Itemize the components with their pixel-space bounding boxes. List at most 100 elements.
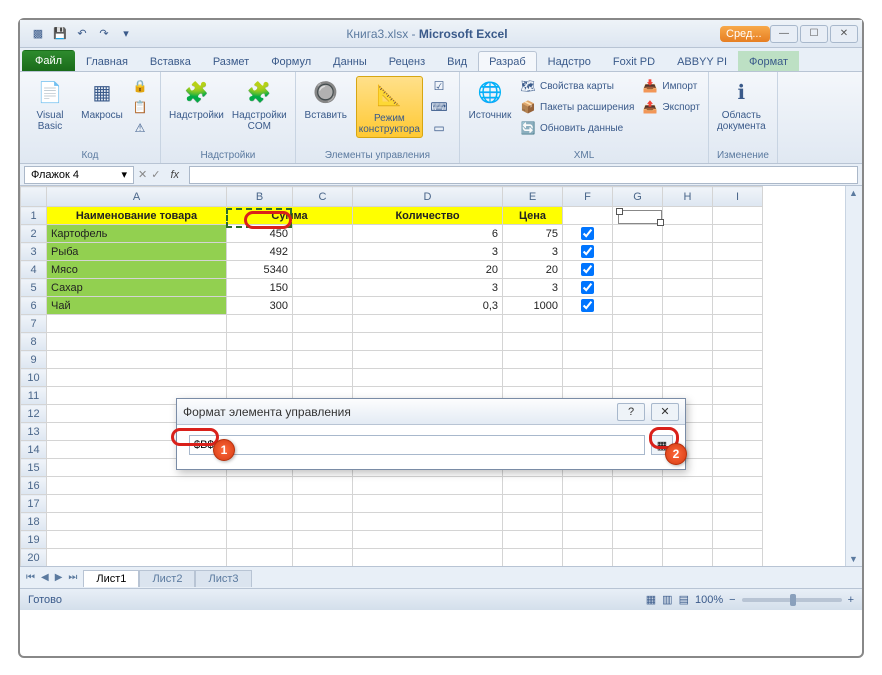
cell[interactable] <box>663 513 713 531</box>
sheet-tab-Лист3[interactable]: Лист3 <box>195 570 251 587</box>
select-all-corner[interactable] <box>21 187 47 207</box>
row-header-4[interactable]: 4 <box>21 261 47 279</box>
cell[interactable] <box>713 441 763 459</box>
row-header-12[interactable]: 12 <box>21 405 47 423</box>
cell-qty[interactable]: 3 <box>353 243 503 261</box>
cell-qty[interactable]: 20 <box>353 261 503 279</box>
ribbon-макросы-button[interactable]: ▦Макросы <box>80 76 124 121</box>
cell-sum[interactable]: 5340 <box>227 261 293 279</box>
cell-sum[interactable]: 300 <box>227 297 293 315</box>
cell[interactable] <box>663 351 713 369</box>
cell[interactable] <box>503 333 563 351</box>
col-header-E[interactable]: E <box>503 187 563 207</box>
row-header-20[interactable]: 20 <box>21 549 47 567</box>
cell[interactable] <box>713 297 763 315</box>
zoom-level[interactable]: 100% <box>695 594 723 606</box>
cell[interactable] <box>563 315 613 333</box>
cell[interactable] <box>227 549 293 567</box>
cell-name[interactable]: Сахар <box>47 279 227 297</box>
cell[interactable] <box>713 495 763 513</box>
tab-nav-next-icon[interactable]: ▶ <box>53 572 65 583</box>
header-cell[interactable]: Наименование товара <box>47 207 227 225</box>
cell[interactable] <box>293 333 353 351</box>
cell[interactable] <box>227 315 293 333</box>
row-header-10[interactable]: 10 <box>21 369 47 387</box>
row-header-7[interactable]: 7 <box>21 315 47 333</box>
cell[interactable] <box>713 315 763 333</box>
row-header-9[interactable]: 9 <box>21 351 47 369</box>
close-button[interactable]: ✕ <box>830 25 858 43</box>
cell-checkbox[interactable] <box>563 279 613 297</box>
header-cell[interactable]: Количество <box>353 207 503 225</box>
header-cell[interactable]: Сумма <box>227 207 353 225</box>
cell[interactable] <box>613 333 663 351</box>
formula-bar[interactable] <box>189 166 858 184</box>
tab-надстро[interactable]: Надстро <box>537 51 602 71</box>
tab-вставка[interactable]: Вставка <box>139 51 202 71</box>
row-header-8[interactable]: 8 <box>21 333 47 351</box>
maximize-button[interactable]: ☐ <box>800 25 828 43</box>
fx-icon[interactable]: fx <box>164 169 185 181</box>
cell[interactable] <box>503 351 563 369</box>
cell[interactable] <box>293 351 353 369</box>
cell[interactable] <box>353 531 503 549</box>
cell[interactable] <box>663 297 713 315</box>
cell[interactable] <box>47 513 227 531</box>
col-header-B[interactable]: B <box>227 187 293 207</box>
cell[interactable] <box>613 243 663 261</box>
tab-данны[interactable]: Данны <box>322 51 378 71</box>
cell[interactable] <box>613 531 663 549</box>
cell-price[interactable]: 1000 <box>503 297 563 315</box>
cell[interactable] <box>227 477 293 495</box>
cell[interactable] <box>663 261 713 279</box>
row-header-13[interactable]: 13 <box>21 423 47 441</box>
cell[interactable] <box>503 477 563 495</box>
cell[interactable] <box>353 513 503 531</box>
tab-файл[interactable]: Файл <box>22 50 75 71</box>
cell[interactable] <box>293 495 353 513</box>
cell[interactable] <box>563 495 613 513</box>
dialog-close-button[interactable]: ✕ <box>651 403 679 421</box>
cell[interactable] <box>353 351 503 369</box>
cell[interactable] <box>713 387 763 405</box>
tab-nav-first-icon[interactable]: ⏮ <box>24 572 37 583</box>
ribbon-small-button[interactable]: 🗺Свойства карты <box>520 76 634 96</box>
col-header-F[interactable]: F <box>563 187 613 207</box>
tab-nav-last-icon[interactable]: ⏭ <box>66 572 79 583</box>
cell[interactable] <box>663 495 713 513</box>
cell[interactable] <box>713 207 763 225</box>
cell[interactable] <box>293 243 353 261</box>
cell-name[interactable]: Картофель <box>47 225 227 243</box>
row-header-17[interactable]: 17 <box>21 495 47 513</box>
cell-sum[interactable]: 492 <box>227 243 293 261</box>
cell-name[interactable]: Рыба <box>47 243 227 261</box>
cell[interactable] <box>563 333 613 351</box>
cell[interactable] <box>503 531 563 549</box>
cell[interactable] <box>713 243 763 261</box>
row-header-5[interactable]: 5 <box>21 279 47 297</box>
cell[interactable] <box>47 315 227 333</box>
col-header-D[interactable]: D <box>353 187 503 207</box>
cell[interactable] <box>713 369 763 387</box>
tab-главная[interactable]: Главная <box>75 51 139 71</box>
ribbon-small-button[interactable]: 📤Экспорт <box>642 97 700 117</box>
fx-accept-icon[interactable]: ✓ <box>151 168 160 181</box>
col-header-G[interactable]: G <box>613 187 663 207</box>
cell[interactable] <box>503 549 563 567</box>
cell[interactable] <box>613 279 663 297</box>
cell[interactable] <box>503 495 563 513</box>
view-pagebreak-icon[interactable]: ▤ <box>679 593 689 606</box>
cell-qty[interactable]: 0,3 <box>353 297 503 315</box>
cell[interactable] <box>613 513 663 531</box>
cell[interactable] <box>713 459 763 477</box>
help-button[interactable]: Сред... <box>720 26 770 42</box>
cell[interactable] <box>713 477 763 495</box>
cell[interactable] <box>713 513 763 531</box>
cell[interactable] <box>293 531 353 549</box>
cell[interactable] <box>613 225 663 243</box>
cell-sum[interactable]: 150 <box>227 279 293 297</box>
cell[interactable] <box>227 495 293 513</box>
cell[interactable] <box>563 531 613 549</box>
col-header-H[interactable]: H <box>663 187 713 207</box>
cell[interactable] <box>613 315 663 333</box>
